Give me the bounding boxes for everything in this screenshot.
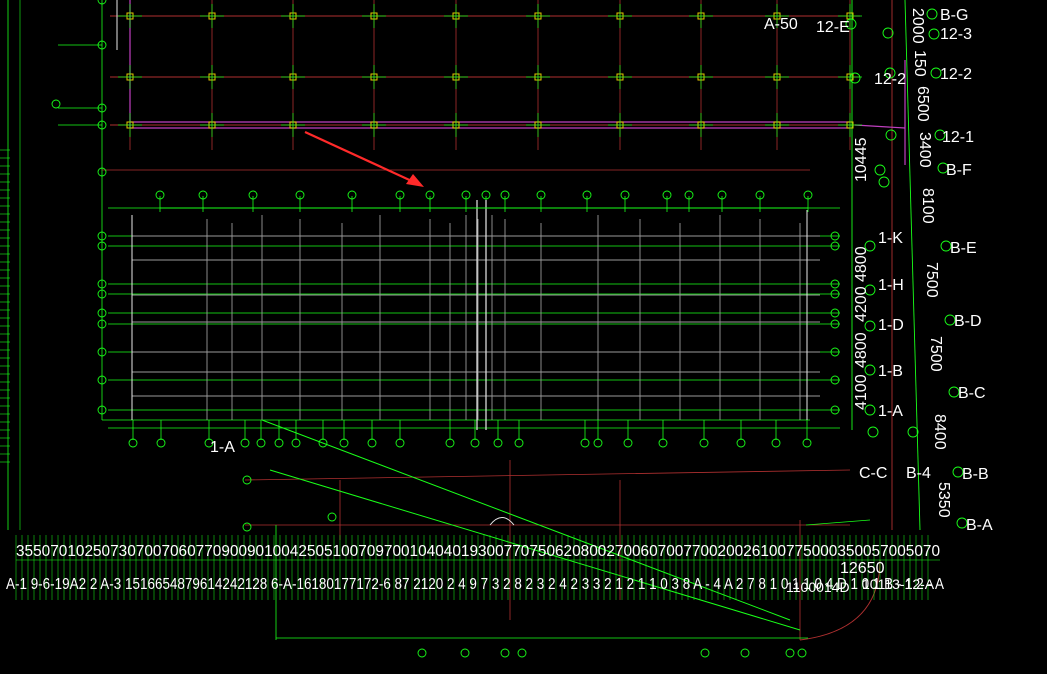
axis-bubble <box>785 648 795 658</box>
axis-label-b-a: B-A <box>966 517 993 534</box>
axis-bubble <box>514 438 524 448</box>
axis-bubble <box>593 438 603 448</box>
axis-bubble <box>417 648 427 658</box>
dim-6500: 6500 <box>914 86 931 122</box>
axis-bubble <box>882 27 894 39</box>
dim-3400: 3400 <box>916 132 933 168</box>
axis-bubble <box>928 28 940 40</box>
wall-lines-layer <box>131 200 820 430</box>
axis-bubble <box>874 164 886 176</box>
axis-bubble <box>367 438 377 448</box>
axis-label-a-50: A-50 <box>764 16 798 33</box>
column-markers-layer <box>118 4 862 137</box>
axis-bubble <box>623 438 633 448</box>
axis-bubble <box>51 99 61 109</box>
axis-bubble <box>517 648 527 658</box>
axis-bubble <box>736 438 746 448</box>
axis-label-b-g: B-G <box>940 7 968 24</box>
dimension-line <box>805 519 871 526</box>
axis-bubble <box>327 512 337 522</box>
axis-bubble <box>460 648 470 658</box>
dim-5350: 5350 <box>935 482 952 518</box>
dim-4200: 4200 <box>853 286 870 322</box>
axis-bubble <box>771 438 781 448</box>
axis-label-1-a: 1-A <box>878 403 903 420</box>
dim-12650: 12650 <box>840 560 885 577</box>
axis-bubble <box>291 438 301 448</box>
axis-label-b-f: B-F <box>946 162 972 179</box>
dim-8400: 8400 <box>931 414 948 450</box>
dim-4100: 4100 <box>853 374 870 410</box>
axis-bubble <box>128 438 138 448</box>
axis-bubble <box>274 438 284 448</box>
dim-4800-a: 4800 <box>853 246 870 282</box>
axis-bubble <box>907 426 919 438</box>
axis-bubble <box>797 648 807 658</box>
axis-bubble <box>740 648 750 658</box>
axis-label-12-2: 12-2 <box>940 66 972 83</box>
axis-bubble <box>395 438 405 448</box>
dim-8100: 8100 <box>919 188 936 224</box>
magenta-beam <box>854 124 906 129</box>
axis-label-12-1: 12-1 <box>942 129 974 146</box>
axis-bubble <box>339 438 349 448</box>
axis-label-1-d: 1-D <box>878 317 904 334</box>
dim-2000: 2000 <box>909 8 926 44</box>
beam-line <box>244 469 851 481</box>
frame-line <box>904 0 921 531</box>
axis-label-12-e: 12-E <box>816 19 850 36</box>
dim-7500-a: 7500 <box>923 262 940 298</box>
axis-label-b-e: B-E <box>950 240 977 257</box>
dim-10445: 10445 <box>853 137 870 182</box>
annotation-arrow <box>304 131 424 187</box>
axis-bubble <box>470 438 480 448</box>
label-1100014d: 1100014D <box>786 579 850 595</box>
axis-bubble <box>493 438 503 448</box>
axis-label-12-3: 12-3 <box>940 26 972 43</box>
axis-label-b-4: B-4 <box>906 465 931 482</box>
axis-bubble <box>242 522 252 532</box>
axis-label-1-k: 1-K <box>878 230 903 247</box>
axis-bubble <box>885 129 897 141</box>
axis-bubble <box>658 438 668 448</box>
axis-label-b-d: B-D <box>954 313 982 330</box>
axis-bubble <box>240 438 250 448</box>
axis-label-1-h: 1-H <box>878 277 904 294</box>
cad-drawing-canvas[interactable]: B-G 12-3 12-2 12-1 B-F B-E B-D B-C B-B B… <box>0 0 1047 674</box>
axis-label-b-b: B-B <box>962 466 989 483</box>
axis-bubble <box>699 438 709 448</box>
axis-label-b-c: B-C <box>958 385 986 402</box>
axis-bubble <box>849 72 861 84</box>
axis-bubble <box>700 648 710 658</box>
axis-bubble <box>256 438 266 448</box>
bottom-dims-text: 3550701025073070070607709009010042505100… <box>16 543 940 560</box>
dim-150: 150 <box>911 50 928 77</box>
axis-label-c-c: C-C <box>859 465 887 482</box>
axis-bubble <box>926 8 938 20</box>
axis-grid-layer <box>0 0 921 531</box>
bottom-dimension-row: 3550701025073070070607709009010042505100… <box>16 543 940 560</box>
axis-bubble <box>156 438 166 448</box>
axis-label-1-a-left: 1-A <box>210 439 235 456</box>
axis-bubble <box>500 648 510 658</box>
dim-7500-b: 7500 <box>927 336 944 372</box>
inner-axis-labels: 12-E 12-2 1-K 1-H 1-D 1-B 1-A C-C B-4 A-… <box>210 16 931 482</box>
axis-label-12-2-inner: 12-2 <box>874 71 906 88</box>
axis-bubble <box>580 438 590 448</box>
axis-bubble <box>445 438 455 448</box>
label-10113-12-a: 10113-12-A <box>862 576 935 592</box>
axis-bubble <box>802 438 812 448</box>
axis-bubble <box>867 426 879 438</box>
axis-bubble <box>878 176 890 188</box>
right-axis-labels: B-G 12-3 12-2 12-1 B-F B-E B-D B-C B-B B… <box>940 7 993 534</box>
dim-4800-b: 4800 <box>853 332 870 368</box>
axis-label-1-b: 1-B <box>878 363 903 380</box>
